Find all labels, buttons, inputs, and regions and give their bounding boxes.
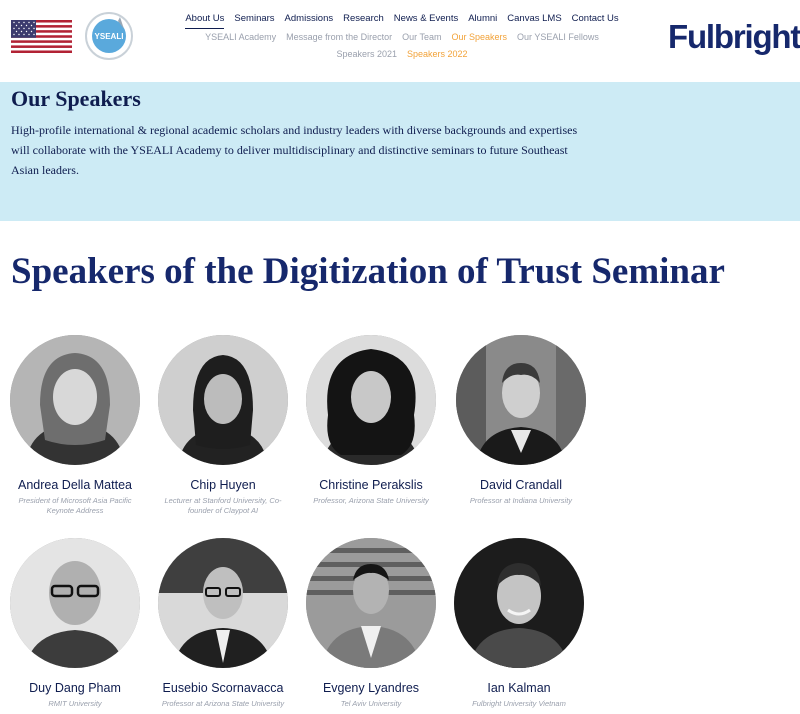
speaker-title: Professor at Arizona State University xyxy=(161,699,285,708)
speaker-photo xyxy=(306,335,436,465)
main-navigation: About Us Seminars Admissions Research Ne… xyxy=(182,12,622,64)
nav-alumni[interactable]: Alumni xyxy=(468,12,497,29)
intro-text: High-profile international & regional ac… xyxy=(11,123,578,177)
speaker-title: Tel Aviv University xyxy=(340,699,402,708)
nav-speakers-2021[interactable]: Speakers 2021 xyxy=(336,47,397,64)
speaker-card[interactable]: Eusebio Scornavacca Professor at Arizona… xyxy=(148,538,298,709)
nav-our-team[interactable]: Our Team xyxy=(402,30,441,47)
site-header: YSEALI About Us Seminars Admissions Rese… xyxy=(0,0,800,82)
yseali-logo[interactable]: YSEALI xyxy=(84,11,134,61)
speaker-name: David Crandall xyxy=(480,478,562,492)
nav-speakers-2022[interactable]: Speakers 2022 xyxy=(407,47,468,64)
nav-tertiary: Speakers 2021 Speakers 2022 xyxy=(182,47,622,64)
speaker-name: Chip Huyen xyxy=(190,478,256,492)
speaker-title: Professor at Indiana University xyxy=(469,496,573,505)
nav-news-events[interactable]: News & Events xyxy=(394,12,458,29)
fulbright-logo[interactable]: Fulbright xyxy=(668,18,800,56)
speaker-title: RMIT University xyxy=(48,699,102,708)
nav-about-us[interactable]: About Us xyxy=(185,12,225,29)
speaker-card[interactable]: Evgeny Lyandres Tel Aviv University xyxy=(296,538,446,709)
speaker-card[interactable]: Duy Dang Pham RMIT University xyxy=(0,538,150,709)
nav-our-fellows[interactable]: Our YSEALI Fellows xyxy=(517,30,599,47)
speaker-card[interactable]: David Crandall Professor at Indiana Univ… xyxy=(446,335,596,506)
speaker-card[interactable]: Andrea Della Mattea President of Microso… xyxy=(0,335,150,516)
speaker-title: President of Microsoft Asia Pacific Keyn… xyxy=(18,496,132,515)
speaker-photo xyxy=(456,335,586,465)
speaker-name: Evgeny Lyandres xyxy=(322,681,420,695)
nav-message-director[interactable]: Message from the Director xyxy=(286,30,392,47)
nav-primary: About Us Seminars Admissions Research Ne… xyxy=(182,12,622,29)
speaker-photo xyxy=(306,538,436,668)
page-title: Our Speakers xyxy=(11,86,141,111)
speaker-card[interactable]: Christine Perakslis Professor, Arizona S… xyxy=(296,335,446,506)
speaker-name: Ian Kalman xyxy=(487,681,551,695)
speaker-title: Fulbright University Vietnam xyxy=(472,699,566,708)
speaker-photo xyxy=(10,335,140,465)
nav-yseali-academy[interactable]: YSEALI Academy xyxy=(205,30,276,47)
speaker-name: Andrea Della Mattea xyxy=(18,478,132,492)
section-title: Speakers of the Digitization of Trust Se… xyxy=(11,251,725,292)
intro-section: Our Speakers High-profile international … xyxy=(0,82,800,221)
speaker-photo xyxy=(454,538,584,668)
speaker-photo xyxy=(10,538,140,668)
svg-text:YSEALI: YSEALI xyxy=(95,32,124,41)
speaker-photo xyxy=(158,538,288,668)
speaker-title: Professor, Arizona State University xyxy=(313,496,429,505)
nav-admissions[interactable]: Admissions xyxy=(285,12,334,29)
speaker-name: Duy Dang Pham xyxy=(29,681,121,695)
nav-seminars[interactable]: Seminars xyxy=(234,12,274,29)
speaker-name: Eusebio Scornavacca xyxy=(162,681,284,695)
speaker-name: Christine Perakslis xyxy=(319,478,423,492)
speaker-title: Lecturer at Stanford University, Co-foun… xyxy=(164,496,282,515)
nav-research[interactable]: Research xyxy=(343,12,384,29)
speaker-card[interactable]: Ian Kalman Fulbright University Vietnam xyxy=(444,538,594,709)
nav-contact-us[interactable]: Contact Us xyxy=(572,12,619,29)
us-flag-icon xyxy=(11,20,72,53)
speaker-photo xyxy=(158,335,288,465)
nav-secondary: YSEALI Academy Message from the Director… xyxy=(182,30,622,47)
nav-our-speakers[interactable]: Our Speakers xyxy=(452,30,508,47)
speaker-card[interactable]: Chip Huyen Lecturer at Stanford Universi… xyxy=(148,335,298,516)
nav-canvas-lms[interactable]: Canvas LMS xyxy=(507,12,561,29)
